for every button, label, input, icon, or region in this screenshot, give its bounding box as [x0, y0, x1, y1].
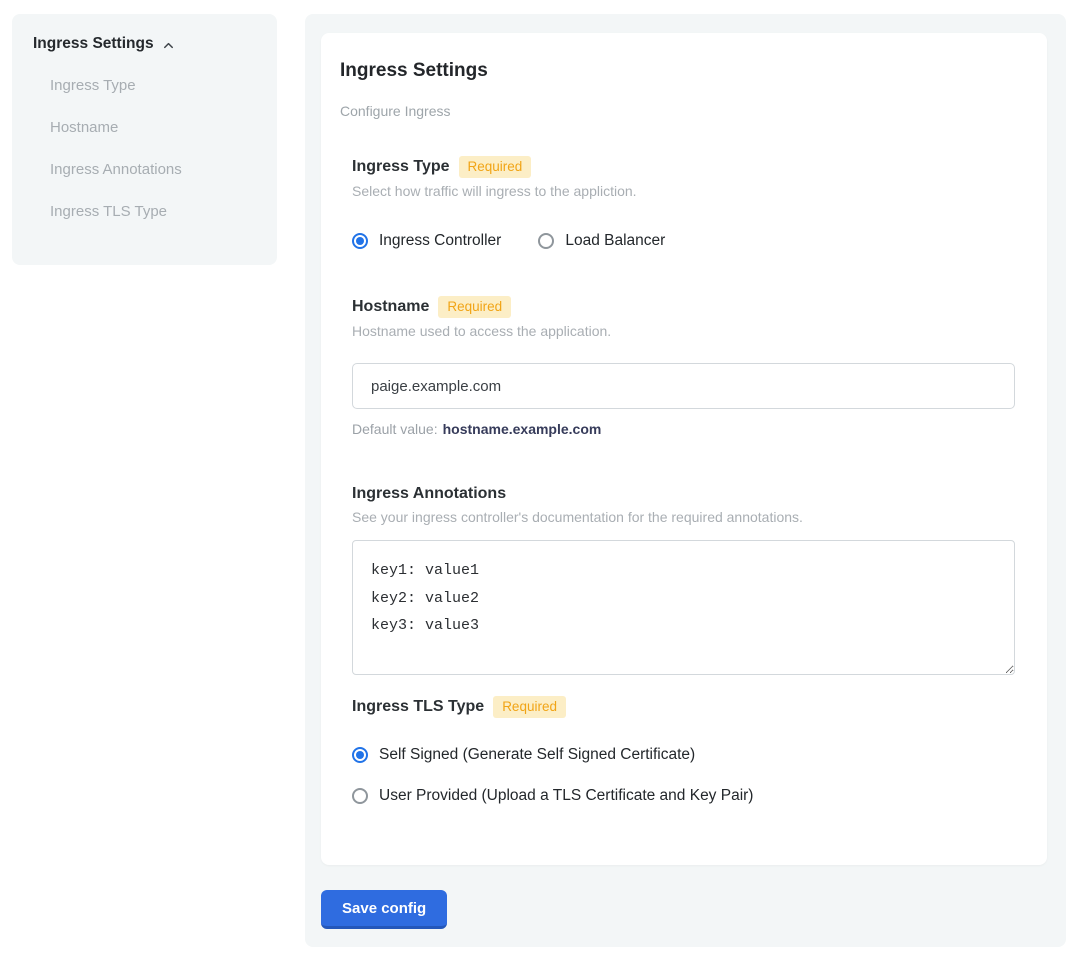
radio-label: Load Balancer	[565, 231, 665, 250]
required-badge: Required	[459, 156, 532, 178]
sidebar-item-ingress-type[interactable]: Ingress Type	[50, 77, 256, 95]
sidebar-item-ingress-tls-type[interactable]: Ingress TLS Type	[50, 203, 256, 221]
ingress-annotations-help: See your ingress controller's documentat…	[352, 509, 1015, 526]
radio-label: User Provided (Upload a TLS Certificate …	[379, 786, 753, 805]
ingress-annotations-section: Ingress Annotations See your ingress con…	[352, 484, 1015, 675]
sidebar-item-ingress-annotations[interactable]: Ingress Annotations	[50, 161, 256, 179]
sidebar-section-ingress-settings[interactable]: Ingress Settings	[33, 35, 256, 53]
radio-label: Ingress Controller	[379, 231, 501, 250]
ingress-tls-type-label: Ingress TLS Type	[352, 697, 484, 717]
settings-sidebar: Ingress Settings Ingress Type Hostname I…	[12, 14, 277, 265]
ingress-settings-card: Ingress Settings Configure Ingress Ingre…	[321, 33, 1047, 865]
sidebar-section-title: Ingress Settings	[33, 35, 154, 53]
ingress-type-section: Ingress Type Required Select how traffic…	[352, 156, 1015, 250]
radio-load-balancer[interactable]: Load Balancer	[538, 231, 665, 250]
radio-button-icon[interactable]	[352, 233, 368, 249]
radio-button-icon[interactable]	[538, 233, 554, 249]
radio-self-signed[interactable]: Self Signed (Generate Self Signed Certif…	[352, 745, 1015, 764]
hostname-help: Hostname used to access the application.	[352, 323, 1015, 340]
radio-user-provided[interactable]: User Provided (Upload a TLS Certificate …	[352, 786, 1015, 805]
required-badge: Required	[438, 296, 511, 318]
page-subtitle: Configure Ingress	[340, 103, 1015, 120]
radio-ingress-controller[interactable]: Ingress Controller	[352, 231, 501, 250]
ingress-annotations-textarea[interactable]: key1: value1 key2: value2 key3: value3	[352, 540, 1015, 675]
radio-label: Self Signed (Generate Self Signed Certif…	[379, 745, 695, 764]
ingress-type-help: Select how traffic will ingress to the a…	[352, 183, 1015, 200]
ingress-annotations-label: Ingress Annotations	[352, 484, 506, 504]
radio-button-icon[interactable]	[352, 788, 368, 804]
ingress-type-label: Ingress Type	[352, 157, 450, 177]
hostname-default-line: Default value: hostname.example.com	[352, 421, 1015, 438]
sidebar-item-hostname[interactable]: Hostname	[50, 119, 256, 137]
save-config-button[interactable]: Save config	[321, 890, 447, 929]
page-title: Ingress Settings	[340, 60, 1015, 82]
required-badge: Required	[493, 696, 566, 718]
hostname-label: Hostname	[352, 297, 429, 317]
ingress-settings-panel: Ingress Settings Configure Ingress Ingre…	[305, 14, 1066, 947]
chevron-up-icon	[161, 38, 176, 53]
default-value-prefix: Default value:	[352, 421, 438, 437]
default-value-text: hostname.example.com	[443, 421, 602, 437]
hostname-input[interactable]	[352, 363, 1015, 409]
radio-button-icon[interactable]	[352, 747, 368, 763]
ingress-tls-type-section: Ingress TLS Type Required Self Signed (G…	[352, 696, 1015, 805]
hostname-section: Hostname Required Hostname used to acces…	[352, 296, 1015, 438]
